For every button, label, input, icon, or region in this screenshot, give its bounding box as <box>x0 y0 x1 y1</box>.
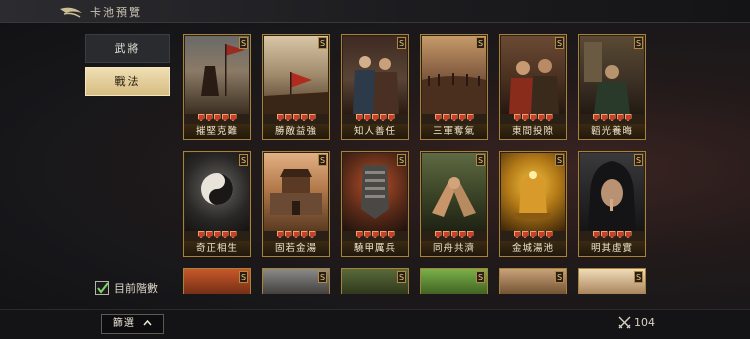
tactic-card[interactable]: S 明其虛實 <box>578 151 646 257</box>
rank-badge: S <box>239 271 248 283</box>
card-name: 勝敵益強 <box>263 124 329 139</box>
card-name: 固若金湯 <box>263 241 329 256</box>
card-name: 驍甲厲兵 <box>342 241 408 256</box>
tactic-card[interactable]: S <box>262 268 330 294</box>
tactic-card[interactable]: S <box>499 268 567 294</box>
chevron-up-icon <box>143 319 152 326</box>
tier-marks <box>579 231 645 240</box>
card-name: 三軍奪氣 <box>421 124 487 139</box>
card-grid: S 摧堅克難 S 勝敵益強 S 知人善任 S 三軍奪氣 S 東間投隙 S 韜光養… <box>183 34 653 294</box>
card-name: 明其虛實 <box>579 241 645 256</box>
tactic-card[interactable]: S 驍甲厲兵 <box>341 151 409 257</box>
card-count-value: 104 <box>634 316 655 329</box>
tactic-card[interactable]: S 三軍奪氣 <box>420 34 488 140</box>
checkmark-icon <box>97 282 109 294</box>
rank-badge: S <box>476 37 485 49</box>
rank-badge: S <box>634 37 643 49</box>
tab-generals[interactable]: 武將 <box>85 34 170 63</box>
tactic-card[interactable]: S 知人善任 <box>341 34 409 140</box>
rank-badge: S <box>397 271 406 283</box>
card-name: 金城湯池 <box>500 241 566 256</box>
rank-badge: S <box>634 154 643 166</box>
tab-tactics[interactable]: 戰法 <box>85 67 170 96</box>
tactic-card[interactable]: S <box>341 268 409 294</box>
tier-marks <box>579 114 645 123</box>
tier-marks <box>342 231 408 240</box>
card-name: 摧堅克難 <box>184 124 250 139</box>
tier-marks <box>500 231 566 240</box>
rank-badge: S <box>476 154 485 166</box>
card-name: 同舟共濟 <box>421 241 487 256</box>
tactic-card[interactable]: S 摧堅克難 <box>183 34 251 140</box>
tactic-card[interactable]: S 固若金湯 <box>262 151 330 257</box>
rank-badge: S <box>634 271 643 283</box>
card-name: 知人善任 <box>342 124 408 139</box>
checkbox-box[interactable] <box>95 281 109 295</box>
filter-label: 篩選 <box>112 318 135 329</box>
tactic-card[interactable]: S <box>420 268 488 294</box>
rank-badge: S <box>239 154 248 166</box>
rank-badge: S <box>318 154 327 166</box>
tactic-card[interactable]: S 勝敵益強 <box>262 34 330 140</box>
rank-badge: S <box>555 271 564 283</box>
rank-badge: S <box>239 37 248 49</box>
card-name: 奇正相生 <box>184 241 250 256</box>
filter-button[interactable]: 篩選 <box>101 314 164 334</box>
tier-marks <box>500 114 566 123</box>
tier-marks <box>184 231 250 240</box>
tactic-card[interactable]: S 金城湯池 <box>499 151 567 257</box>
tactic-card[interactable]: S <box>183 268 251 294</box>
tier-marks <box>263 231 329 240</box>
card-count: 104 <box>618 316 655 329</box>
page-title: 卡池預覽 <box>90 6 142 19</box>
card-name: 東間投隙 <box>500 124 566 139</box>
tier-marks <box>342 114 408 123</box>
rank-badge: S <box>555 154 564 166</box>
rank-badge: S <box>476 271 485 283</box>
tier-marks <box>184 114 250 123</box>
back-button[interactable] <box>58 4 84 18</box>
tactic-card[interactable]: S 同舟共濟 <box>420 151 488 257</box>
rank-badge: S <box>397 37 406 49</box>
tactic-card[interactable]: S 東間投隙 <box>499 34 567 140</box>
rank-badge: S <box>318 37 327 49</box>
checkbox-label: 目前階數 <box>114 282 158 295</box>
current-tier-checkbox[interactable]: 目前階數 <box>95 281 158 295</box>
rank-badge: S <box>555 37 564 49</box>
rank-badge: S <box>318 271 327 283</box>
tactic-card[interactable]: S 奇正相生 <box>183 151 251 257</box>
card-name: 韜光養晦 <box>579 124 645 139</box>
tier-marks <box>421 114 487 123</box>
back-arrow-icon <box>60 7 82 18</box>
tier-marks <box>263 114 329 123</box>
tactic-card[interactable]: S <box>578 268 646 294</box>
tier-marks <box>421 231 487 240</box>
crossed-swords-icon <box>618 316 631 329</box>
tactic-card[interactable]: S 韜光養晦 <box>578 34 646 140</box>
rank-badge: S <box>397 154 406 166</box>
